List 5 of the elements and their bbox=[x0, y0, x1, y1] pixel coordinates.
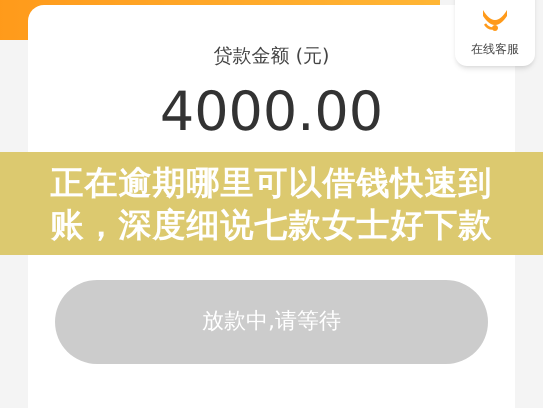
banner-title: 正在逾期哪里可以借钱快速到账，深度细说七款女士好下款 bbox=[50, 162, 494, 245]
loan-amount-label: 贷款金额 (元) bbox=[214, 44, 330, 69]
customer-service-label: 在线客服 bbox=[471, 41, 519, 58]
customer-service-button[interactable]: 在线客服 bbox=[455, 0, 535, 66]
loan-amount: 4000.00 bbox=[160, 84, 384, 138]
